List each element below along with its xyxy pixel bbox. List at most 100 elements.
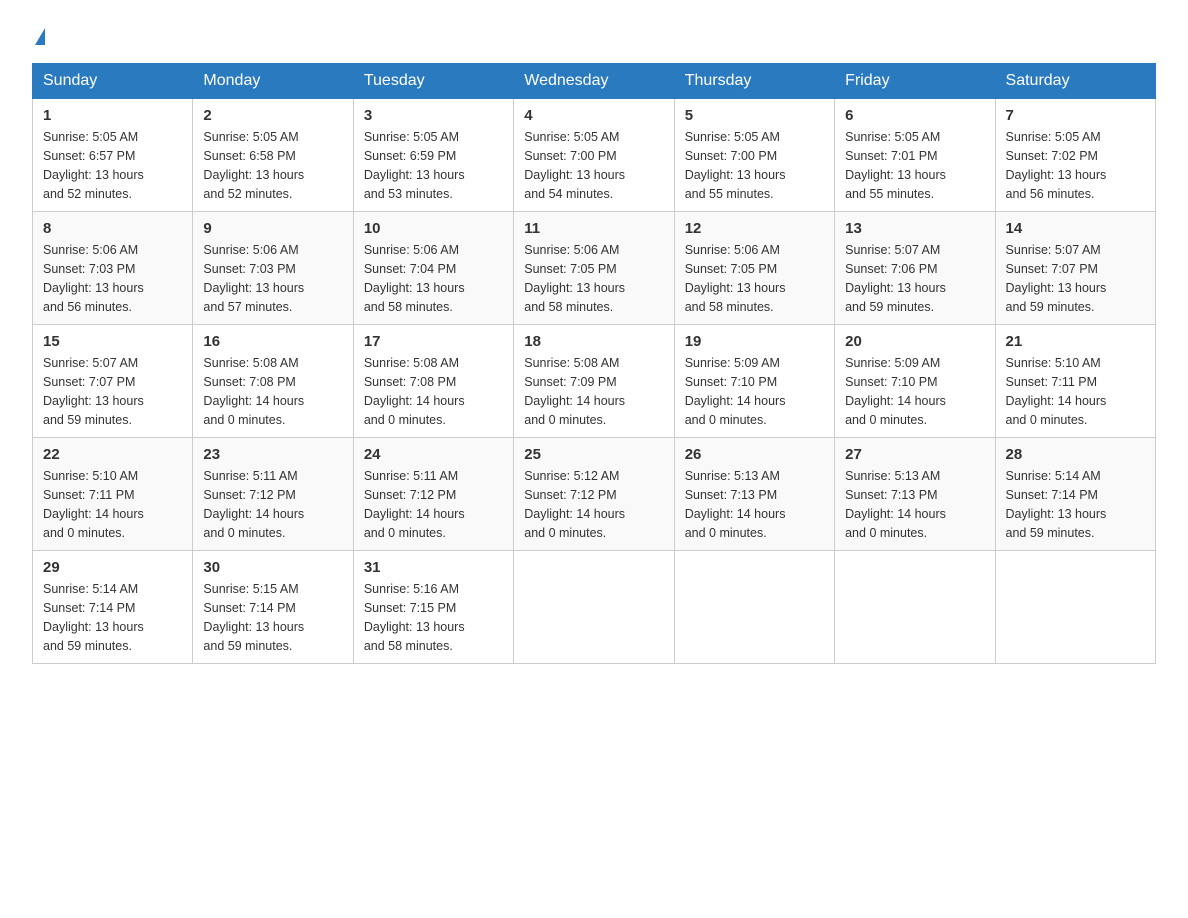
calendar-cell: 29 Sunrise: 5:14 AMSunset: 7:14 PMDaylig… <box>33 551 193 664</box>
day-info: Sunrise: 5:06 AMSunset: 7:04 PMDaylight:… <box>364 243 465 313</box>
col-header-saturday: Saturday <box>995 64 1155 99</box>
header-row: SundayMondayTuesdayWednesdayThursdayFrid… <box>33 64 1156 99</box>
day-number: 6 <box>845 107 984 124</box>
day-number: 14 <box>1006 220 1145 237</box>
calendar-cell: 22 Sunrise: 5:10 AMSunset: 7:11 PMDaylig… <box>33 438 193 551</box>
calendar-cell: 23 Sunrise: 5:11 AMSunset: 7:12 PMDaylig… <box>193 438 353 551</box>
calendar-cell: 18 Sunrise: 5:08 AMSunset: 7:09 PMDaylig… <box>514 325 674 438</box>
week-row-1: 1 Sunrise: 5:05 AMSunset: 6:57 PMDayligh… <box>33 99 1156 212</box>
calendar-cell: 20 Sunrise: 5:09 AMSunset: 7:10 PMDaylig… <box>835 325 995 438</box>
day-number: 4 <box>524 107 663 124</box>
day-info: Sunrise: 5:08 AMSunset: 7:09 PMDaylight:… <box>524 356 625 426</box>
calendar-cell: 4 Sunrise: 5:05 AMSunset: 7:00 PMDayligh… <box>514 99 674 212</box>
day-info: Sunrise: 5:15 AMSunset: 7:14 PMDaylight:… <box>203 582 304 652</box>
day-info: Sunrise: 5:10 AMSunset: 7:11 PMDaylight:… <box>43 469 144 539</box>
calendar-cell: 25 Sunrise: 5:12 AMSunset: 7:12 PMDaylig… <box>514 438 674 551</box>
page-header <box>32 24 1156 47</box>
day-info: Sunrise: 5:05 AMSunset: 7:00 PMDaylight:… <box>685 130 786 200</box>
calendar-cell: 11 Sunrise: 5:06 AMSunset: 7:05 PMDaylig… <box>514 212 674 325</box>
day-number: 28 <box>1006 446 1145 463</box>
calendar-cell: 8 Sunrise: 5:06 AMSunset: 7:03 PMDayligh… <box>33 212 193 325</box>
day-info: Sunrise: 5:13 AMSunset: 7:13 PMDaylight:… <box>845 469 946 539</box>
calendar-cell: 12 Sunrise: 5:06 AMSunset: 7:05 PMDaylig… <box>674 212 834 325</box>
day-info: Sunrise: 5:11 AMSunset: 7:12 PMDaylight:… <box>364 469 465 539</box>
calendar-cell: 26 Sunrise: 5:13 AMSunset: 7:13 PMDaylig… <box>674 438 834 551</box>
day-info: Sunrise: 5:05 AMSunset: 6:57 PMDaylight:… <box>43 130 144 200</box>
day-info: Sunrise: 5:08 AMSunset: 7:08 PMDaylight:… <box>203 356 304 426</box>
day-number: 26 <box>685 446 824 463</box>
week-row-3: 15 Sunrise: 5:07 AMSunset: 7:07 PMDaylig… <box>33 325 1156 438</box>
day-number: 25 <box>524 446 663 463</box>
logo-triangle-icon <box>35 28 45 45</box>
calendar-cell: 30 Sunrise: 5:15 AMSunset: 7:14 PMDaylig… <box>193 551 353 664</box>
day-info: Sunrise: 5:09 AMSunset: 7:10 PMDaylight:… <box>685 356 786 426</box>
col-header-tuesday: Tuesday <box>353 64 513 99</box>
day-info: Sunrise: 5:10 AMSunset: 7:11 PMDaylight:… <box>1006 356 1107 426</box>
col-header-friday: Friday <box>835 64 995 99</box>
day-number: 12 <box>685 220 824 237</box>
calendar-cell: 1 Sunrise: 5:05 AMSunset: 6:57 PMDayligh… <box>33 99 193 212</box>
day-number: 16 <box>203 333 342 350</box>
calendar-cell: 6 Sunrise: 5:05 AMSunset: 7:01 PMDayligh… <box>835 99 995 212</box>
calendar-cell: 3 Sunrise: 5:05 AMSunset: 6:59 PMDayligh… <box>353 99 513 212</box>
day-info: Sunrise: 5:12 AMSunset: 7:12 PMDaylight:… <box>524 469 625 539</box>
day-number: 20 <box>845 333 984 350</box>
day-number: 23 <box>203 446 342 463</box>
day-info: Sunrise: 5:07 AMSunset: 7:07 PMDaylight:… <box>43 356 144 426</box>
calendar-cell: 17 Sunrise: 5:08 AMSunset: 7:08 PMDaylig… <box>353 325 513 438</box>
day-info: Sunrise: 5:05 AMSunset: 6:59 PMDaylight:… <box>364 130 465 200</box>
day-info: Sunrise: 5:06 AMSunset: 7:03 PMDaylight:… <box>203 243 304 313</box>
calendar-cell: 9 Sunrise: 5:06 AMSunset: 7:03 PMDayligh… <box>193 212 353 325</box>
calendar-cell <box>835 551 995 664</box>
day-info: Sunrise: 5:09 AMSunset: 7:10 PMDaylight:… <box>845 356 946 426</box>
day-number: 27 <box>845 446 984 463</box>
calendar-cell: 21 Sunrise: 5:10 AMSunset: 7:11 PMDaylig… <box>995 325 1155 438</box>
calendar-cell: 2 Sunrise: 5:05 AMSunset: 6:58 PMDayligh… <box>193 99 353 212</box>
day-number: 31 <box>364 559 503 576</box>
day-number: 9 <box>203 220 342 237</box>
day-number: 7 <box>1006 107 1145 124</box>
calendar-cell: 10 Sunrise: 5:06 AMSunset: 7:04 PMDaylig… <box>353 212 513 325</box>
day-number: 18 <box>524 333 663 350</box>
calendar-cell: 15 Sunrise: 5:07 AMSunset: 7:07 PMDaylig… <box>33 325 193 438</box>
calendar-cell <box>514 551 674 664</box>
col-header-thursday: Thursday <box>674 64 834 99</box>
calendar-cell <box>995 551 1155 664</box>
calendar-cell: 28 Sunrise: 5:14 AMSunset: 7:14 PMDaylig… <box>995 438 1155 551</box>
day-number: 1 <box>43 107 182 124</box>
day-info: Sunrise: 5:07 AMSunset: 7:06 PMDaylight:… <box>845 243 946 313</box>
day-info: Sunrise: 5:05 AMSunset: 7:02 PMDaylight:… <box>1006 130 1107 200</box>
day-info: Sunrise: 5:14 AMSunset: 7:14 PMDaylight:… <box>43 582 144 652</box>
day-info: Sunrise: 5:05 AMSunset: 6:58 PMDaylight:… <box>203 130 304 200</box>
calendar-cell <box>674 551 834 664</box>
day-number: 13 <box>845 220 984 237</box>
day-info: Sunrise: 5:08 AMSunset: 7:08 PMDaylight:… <box>364 356 465 426</box>
logo <box>32 24 45 47</box>
day-info: Sunrise: 5:05 AMSunset: 7:01 PMDaylight:… <box>845 130 946 200</box>
calendar-cell: 19 Sunrise: 5:09 AMSunset: 7:10 PMDaylig… <box>674 325 834 438</box>
day-info: Sunrise: 5:11 AMSunset: 7:12 PMDaylight:… <box>203 469 304 539</box>
day-info: Sunrise: 5:16 AMSunset: 7:15 PMDaylight:… <box>364 582 465 652</box>
day-info: Sunrise: 5:06 AMSunset: 7:03 PMDaylight:… <box>43 243 144 313</box>
col-header-wednesday: Wednesday <box>514 64 674 99</box>
day-info: Sunrise: 5:14 AMSunset: 7:14 PMDaylight:… <box>1006 469 1107 539</box>
week-row-4: 22 Sunrise: 5:10 AMSunset: 7:11 PMDaylig… <box>33 438 1156 551</box>
day-number: 15 <box>43 333 182 350</box>
calendar-cell: 7 Sunrise: 5:05 AMSunset: 7:02 PMDayligh… <box>995 99 1155 212</box>
day-info: Sunrise: 5:06 AMSunset: 7:05 PMDaylight:… <box>685 243 786 313</box>
calendar-cell: 24 Sunrise: 5:11 AMSunset: 7:12 PMDaylig… <box>353 438 513 551</box>
calendar-cell: 14 Sunrise: 5:07 AMSunset: 7:07 PMDaylig… <box>995 212 1155 325</box>
day-number: 2 <box>203 107 342 124</box>
day-number: 17 <box>364 333 503 350</box>
calendar-cell: 5 Sunrise: 5:05 AMSunset: 7:00 PMDayligh… <box>674 99 834 212</box>
day-number: 19 <box>685 333 824 350</box>
calendar-cell: 16 Sunrise: 5:08 AMSunset: 7:08 PMDaylig… <box>193 325 353 438</box>
day-number: 3 <box>364 107 503 124</box>
day-number: 5 <box>685 107 824 124</box>
week-row-5: 29 Sunrise: 5:14 AMSunset: 7:14 PMDaylig… <box>33 551 1156 664</box>
day-number: 30 <box>203 559 342 576</box>
day-number: 24 <box>364 446 503 463</box>
day-number: 21 <box>1006 333 1145 350</box>
col-header-sunday: Sunday <box>33 64 193 99</box>
col-header-monday: Monday <box>193 64 353 99</box>
